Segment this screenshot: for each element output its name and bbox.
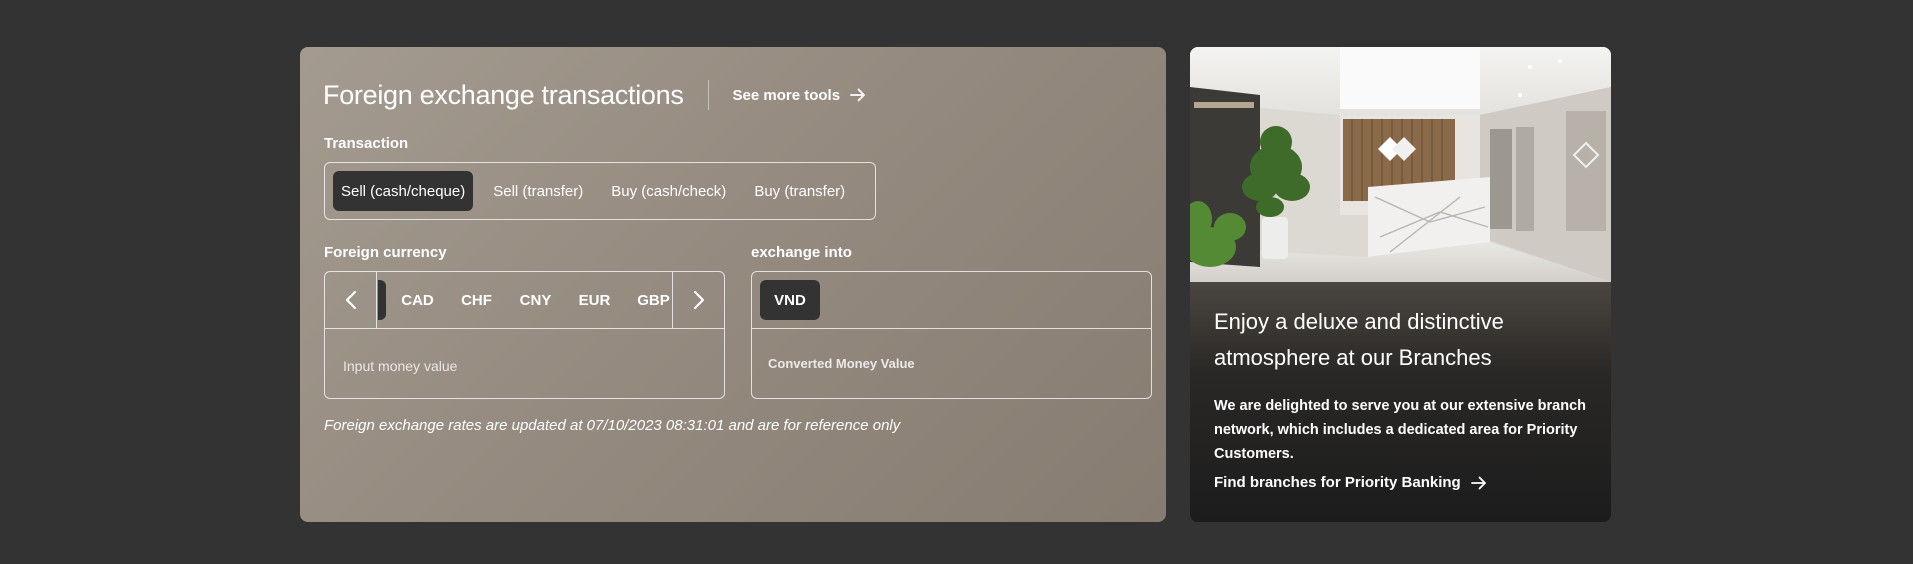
- branch-lobby-photo: [1190, 47, 1611, 282]
- money-value-input[interactable]: [343, 358, 703, 374]
- find-branches-label: Find branches for Priority Banking: [1214, 474, 1461, 491]
- see-more-tools-link[interactable]: See more tools: [733, 87, 867, 104]
- tx-buy-cash-check[interactable]: Buy (cash/check): [603, 171, 734, 211]
- target-currency-row: VND: [752, 272, 1151, 329]
- fx-card: Foreign exchange transactions See more t…: [300, 47, 1166, 522]
- foreign-currency-box: CAD CHF CNY EUR GBP: [324, 271, 725, 399]
- branch-title: Enjoy a deluxe and distinctive atmospher…: [1214, 309, 1504, 370]
- branch-description: We are delighted to serve you at our ext…: [1214, 398, 1587, 462]
- transaction-type-group: Sell (cash/cheque) Sell (transfer) Buy (…: [324, 162, 876, 220]
- carousel-prev-button[interactable]: [325, 272, 377, 328]
- branch-promo-card: Enjoy a deluxe and distinctive atmospher…: [1190, 47, 1611, 522]
- find-branches-link[interactable]: Find branches for Priority Banking: [1214, 474, 1487, 491]
- currency-list: CAD CHF CNY EUR GBP: [388, 272, 671, 328]
- chevron-left-icon: [345, 290, 356, 310]
- exchange-into-label: exchange into: [751, 244, 852, 261]
- currency-carousel: CAD CHF CNY EUR GBP: [325, 272, 724, 329]
- currency-gbp[interactable]: GBP: [624, 292, 671, 309]
- currency-track: CAD CHF CNY EUR GBP: [378, 272, 671, 328]
- transaction-label: Transaction: [324, 135, 409, 152]
- converted-money-value: Converted Money Value: [768, 356, 915, 371]
- selected-currency-pill[interactable]: [378, 280, 386, 320]
- chevron-right-icon: [693, 290, 704, 310]
- arrow-right-icon: [1470, 476, 1486, 489]
- page-title: Foreign exchange transactions: [323, 79, 684, 110]
- currency-cny[interactable]: CNY: [506, 292, 565, 309]
- header-divider: [707, 80, 709, 110]
- see-more-label: See more tools: [732, 86, 841, 104]
- carousel-next-button[interactable]: [672, 272, 724, 328]
- target-currency-vnd[interactable]: VND: [760, 280, 820, 320]
- arrow-right-icon: [850, 88, 865, 102]
- exchange-into-box: VND Converted Money Value: [751, 271, 1152, 399]
- currency-cad[interactable]: CAD: [388, 292, 447, 309]
- fx-header: Foreign exchange transactions See more t…: [323, 79, 866, 111]
- currency-eur[interactable]: EUR: [565, 292, 624, 309]
- tx-sell-cash-cheque[interactable]: Sell (cash/cheque): [333, 171, 474, 211]
- branch-content: Enjoy a deluxe and distinctive atmospher…: [1190, 282, 1611, 522]
- tx-buy-transfer[interactable]: Buy (transfer): [746, 171, 853, 211]
- rate-update-note: Foreign exchange rates are updated at 07…: [324, 417, 901, 434]
- tx-sell-transfer[interactable]: Sell (transfer): [485, 171, 591, 211]
- foreign-currency-label: Foreign currency: [324, 244, 447, 261]
- currency-chf[interactable]: CHF: [447, 292, 506, 309]
